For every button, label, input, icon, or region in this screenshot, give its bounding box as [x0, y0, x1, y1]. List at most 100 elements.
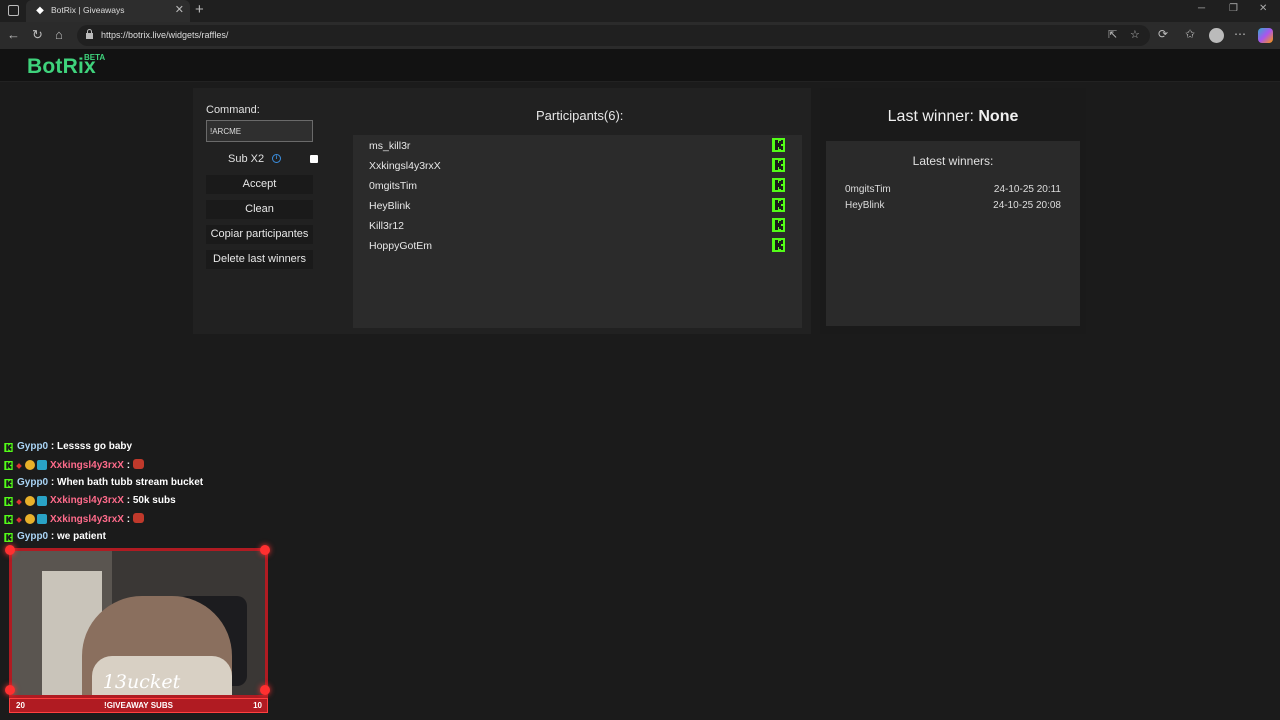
tab-title: BotRix | Giveaways — [51, 5, 125, 15]
command-input[interactable] — [206, 120, 313, 142]
chat-line-text: Gypp0 : we patient — [17, 531, 106, 542]
frame-light-icon — [5, 685, 15, 695]
badge-icon — [37, 496, 47, 506]
kick-icon — [772, 138, 785, 152]
back-icon[interactable]: ← — [7, 28, 20, 42]
sub-x2-checkbox[interactable] — [310, 155, 318, 163]
badge-icon — [16, 517, 22, 523]
kick-icon — [772, 218, 785, 232]
participant-name: Kill3r12 — [369, 220, 405, 232]
minimize-icon[interactable]: ─ — [1198, 3, 1205, 14]
lock-icon — [86, 29, 93, 39]
site-favicon-icon: ◆ — [36, 5, 44, 16]
close-window-icon[interactable]: ✕ — [1259, 3, 1267, 14]
participant-row[interactable]: 0mgitsTim — [353, 175, 802, 195]
winner-name: 0mgitsTim — [845, 184, 891, 195]
delete-last-winners-button[interactable]: Delete last winners — [206, 250, 313, 269]
kick-icon — [4, 533, 13, 542]
favorite-star-icon[interactable]: ☆ — [1130, 28, 1140, 41]
site-header: BotRix BETA — [0, 49, 1280, 82]
browser-tab-bar: ◆ BotRix | Giveaways ✕ + ─ ❐ ✕ — [0, 0, 1280, 22]
address-bar[interactable]: https://botrix.live/widgets/raffles/ ⇱ ☆ — [77, 25, 1150, 46]
kick-icon — [772, 158, 785, 172]
close-tab-icon[interactable]: ✕ — [175, 3, 184, 16]
badge-icon — [25, 460, 35, 470]
chat-line-text: Gypp0 : When bath tubb stream bucket — [17, 477, 203, 488]
participant-row[interactable]: HeyBlink — [353, 195, 802, 215]
webcam-feed: 13ucket — [9, 548, 268, 698]
copy-participants-button[interactable]: Copiar participantes — [206, 225, 313, 244]
participant-row[interactable]: Xxkingsl4y3rxX — [353, 155, 802, 175]
giveaway-bar: 20 !GIVEAWAY SUBS 10 — [9, 698, 268, 713]
participant-name: HoppyGotEm — [369, 240, 433, 252]
chat-username: Xxkingsl4y3rxX — [50, 495, 124, 506]
participant-name: HeyBlink — [369, 200, 411, 212]
emote-icon — [132, 513, 144, 523]
chat-text: : we patient — [50, 531, 106, 542]
browser-toolbar: ← ↻ ⌂ https://botrix.live/widgets/raffle… — [0, 22, 1280, 49]
profile-avatar[interactable] — [1209, 28, 1224, 43]
winner-row: 0mgitsTim 24-10-25 20:11 — [845, 184, 1061, 198]
participant-name: Xxkingsl4y3rxX — [369, 160, 441, 172]
extensions-icon[interactable]: ⟳ — [1158, 27, 1168, 41]
participant-name: 0mgitsTim — [369, 180, 418, 192]
frame-light-icon — [260, 685, 270, 695]
copilot-icon[interactable] — [1258, 28, 1273, 43]
reload-icon[interactable]: ↻ — [32, 28, 43, 42]
last-winner-value: None — [978, 108, 1019, 125]
kick-icon — [772, 238, 785, 252]
info-icon[interactable]: i — [272, 154, 281, 163]
participant-name: ms_kill3r — [369, 140, 411, 152]
emote-icon — [132, 459, 144, 469]
url-text: https://botrix.live/widgets/raffles/ — [101, 30, 229, 40]
badge-icon — [37, 514, 47, 524]
browser-tab[interactable]: ◆ BotRix | Giveaways ✕ — [26, 0, 190, 22]
chat-line-text: Xxkingsl4y3rxX : — [50, 513, 144, 525]
chat-username: Xxkingsl4y3rxX — [50, 460, 124, 471]
giveaway-bar-right: 10 — [253, 701, 262, 710]
participants-title: Participants(6): — [536, 108, 624, 123]
badge-icon — [16, 463, 22, 469]
chat-username: Gypp0 — [17, 477, 49, 488]
chat-text: : — [126, 460, 131, 471]
accept-button[interactable]: Accept — [206, 175, 313, 194]
more-menu-icon[interactable]: ⋯ — [1234, 27, 1246, 41]
winner-date: 24-10-25 20:08 — [993, 200, 1061, 211]
command-label: Command: — [206, 104, 260, 116]
chat-text: : — [126, 514, 131, 525]
chat-line-text: Xxkingsl4y3rxX : — [50, 459, 144, 471]
participant-row[interactable]: Kill3r12 — [353, 215, 802, 235]
participant-row[interactable]: HoppyGotEm — [353, 235, 802, 255]
chat-text: : When bath tubb stream bucket — [50, 477, 204, 488]
beta-badge: BETA — [84, 53, 106, 62]
badge-icon — [37, 460, 47, 470]
winner-name: HeyBlink — [845, 200, 885, 211]
participant-row[interactable]: ms_kill3r — [353, 135, 802, 155]
participants-list: ms_kill3r Xxkingsl4y3rxX 0mgitsTim HeyBl… — [353, 135, 802, 328]
last-winner-heading: Last winner: None — [820, 108, 1086, 126]
new-tab-icon[interactable]: + — [195, 1, 204, 18]
kick-icon — [772, 178, 785, 192]
kick-icon — [772, 198, 785, 212]
latest-winners-box: Latest winners: 0mgitsTim 24-10-25 20:11… — [826, 141, 1080, 326]
streamer-name: 13ucket — [102, 671, 181, 693]
badge-icon — [25, 514, 35, 524]
winner-date: 24-10-25 20:11 — [993, 184, 1061, 195]
kick-icon — [4, 497, 13, 506]
sub-x2-label: Sub X2 — [228, 153, 265, 165]
kick-icon — [4, 479, 13, 488]
frame-light-icon — [5, 545, 15, 555]
badge-icon — [25, 496, 35, 506]
clean-button[interactable]: Clean — [206, 200, 313, 219]
winner-row: HeyBlink 24-10-25 20:08 — [845, 200, 1061, 214]
chat-username: Gypp0 — [17, 531, 49, 542]
favorites-icon[interactable]: ✩ — [1185, 27, 1195, 41]
frame-light-icon — [260, 545, 270, 555]
chat-text: : Lessss go baby — [50, 441, 133, 452]
open-app-icon[interactable]: ⇱ — [1108, 28, 1117, 41]
tab-actions-icon[interactable] — [8, 5, 19, 16]
maximize-icon[interactable]: ❐ — [1229, 3, 1238, 14]
home-icon[interactable]: ⌂ — [55, 28, 63, 42]
chat-text: : 50k subs — [126, 495, 176, 506]
chat-username: Gypp0 — [17, 441, 49, 452]
